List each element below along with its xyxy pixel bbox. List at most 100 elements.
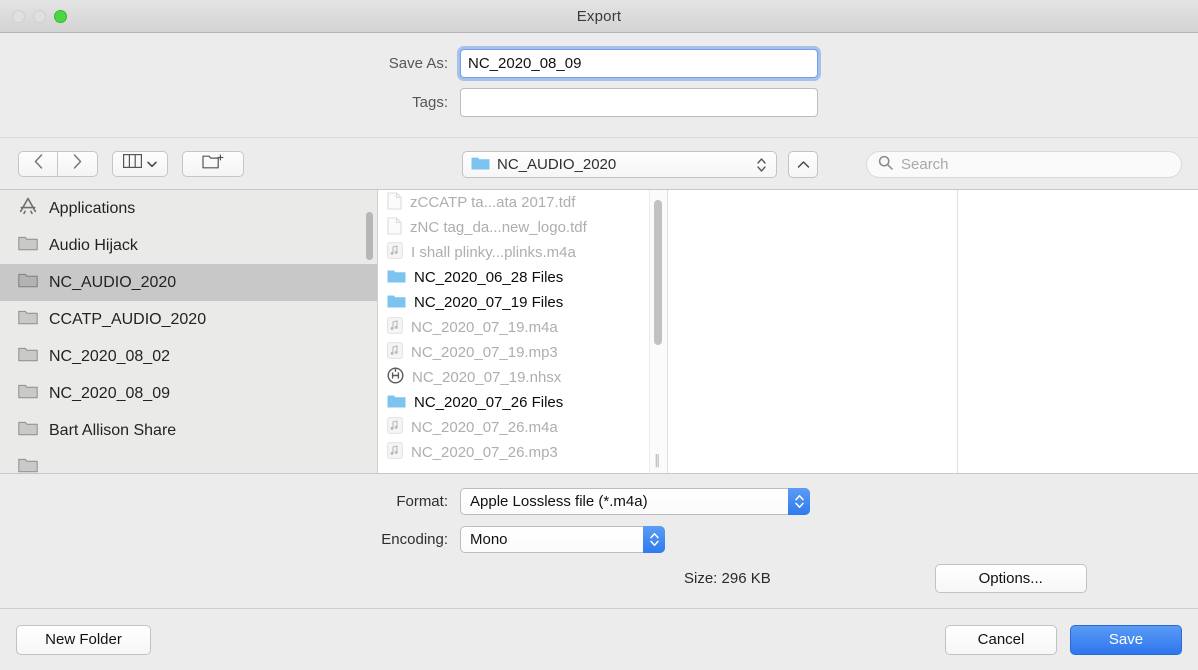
sidebar-item-audio-hijack[interactable]: Audio Hijack xyxy=(0,227,377,264)
folder-icon xyxy=(18,346,38,367)
export-options: Format: Apple Lossless file (*.m4a) Enco… xyxy=(0,474,1198,593)
column-resize-grip-icon[interactable]: ║ xyxy=(653,455,662,467)
sidebar-item-label: Audio Hijack xyxy=(49,237,138,255)
document-icon xyxy=(387,217,402,239)
audio-file-icon xyxy=(387,442,403,463)
cancel-button[interactable]: Cancel xyxy=(945,625,1057,655)
list-item[interactable]: NC_2020_07_19.nhsx xyxy=(378,365,667,390)
list-item[interactable]: NC_2020_07_19.m4a xyxy=(378,315,667,340)
encoding-select[interactable]: Mono xyxy=(460,526,665,553)
encoding-label: Encoding: xyxy=(0,531,460,548)
tags-label: Tags: xyxy=(0,94,460,111)
save-as-input[interactable] xyxy=(460,49,818,78)
save-as-label: Save As: xyxy=(0,55,460,72)
chevron-left-icon xyxy=(34,154,43,174)
audio-file-icon xyxy=(387,417,403,438)
folder-icon xyxy=(18,272,38,293)
audio-file-icon xyxy=(387,242,403,263)
sidebar-item-label: CCATP_AUDIO_2020 xyxy=(49,311,206,329)
sidebar-item-applications[interactable]: Applications xyxy=(0,190,377,227)
name-fields: Save As: Tags: xyxy=(0,33,1198,137)
sidebar-item-label: Bart Allison Share xyxy=(49,422,176,440)
folder-icon xyxy=(18,457,38,473)
format-row: Format: Apple Lossless file (*.m4a) xyxy=(0,488,1198,515)
file-name: NC_2020_07_19 Files xyxy=(414,294,563,311)
folder-icon xyxy=(18,235,38,256)
list-item[interactable]: I shall plinky...plinks.m4a xyxy=(378,240,667,265)
file-name: NC_2020_06_28 Files xyxy=(414,269,563,286)
options-button[interactable]: Options... xyxy=(935,564,1087,593)
sidebar-item-nc-2020-08-02[interactable]: NC_2020_08_02 xyxy=(0,338,377,375)
file-browser: Applications Audio Hijack NC_AUDIO_2020 … xyxy=(0,189,1198,474)
save-button[interactable]: Save xyxy=(1070,625,1182,655)
chevron-down-icon xyxy=(147,155,157,173)
file-name: zNC tag_da...new_logo.tdf xyxy=(410,219,587,236)
folder-icon xyxy=(471,155,490,175)
file-name: NC_2020_07_26.mp3 xyxy=(411,444,558,461)
encoding-value: Mono xyxy=(470,531,508,548)
stepper-icon xyxy=(756,156,767,179)
sidebar-item-bart-allison-share[interactable]: Bart Allison Share xyxy=(0,412,377,449)
save-as-row: Save As: xyxy=(0,49,1198,78)
format-select[interactable]: Apple Lossless file (*.m4a) xyxy=(460,488,810,515)
view-mode-button[interactable] xyxy=(112,151,168,177)
nhsx-file-icon xyxy=(387,367,404,388)
path-popup-label: NC_AUDIO_2020 xyxy=(497,156,616,173)
file-name: NC_2020_07_26 Files xyxy=(414,394,563,411)
path-popup-button[interactable]: NC_AUDIO_2020 xyxy=(462,151,777,178)
sidebar-item-nc-audio-2020[interactable]: NC_AUDIO_2020 xyxy=(0,264,377,301)
file-name: zCCATP ta...ata 2017.tdf xyxy=(410,194,575,211)
sidebar-item-nc-2020-08-09[interactable]: NC_2020_08_09 xyxy=(0,375,377,412)
new-folder-toolbar-button[interactable] xyxy=(182,151,244,177)
sidebar-item-label: NC_2020_08_09 xyxy=(49,385,170,403)
export-dialog: Export Save As: Tags: xyxy=(0,0,1198,670)
list-item[interactable]: NC_2020_07_26 Files ▶ xyxy=(378,390,667,415)
file-name: NC_2020_07_26.m4a xyxy=(411,419,558,436)
back-button[interactable] xyxy=(18,151,58,177)
list-item[interactable]: zNC tag_da...new_logo.tdf xyxy=(378,215,667,240)
list-item[interactable]: NC_2020_07_26.m4a xyxy=(378,415,667,440)
sidebar-scrollbar-thumb[interactable] xyxy=(366,212,373,260)
nav-button-group xyxy=(18,151,98,177)
list-item[interactable]: NC_2020_07_19 Files ▶ xyxy=(378,290,667,315)
file-size-text: Size: 296 KB xyxy=(684,570,771,587)
new-folder-icon xyxy=(202,153,224,175)
sidebar-item-label: NC_2020_08_02 xyxy=(49,348,170,366)
file-column-3[interactable] xyxy=(958,190,1198,473)
chevron-right-icon xyxy=(73,154,82,174)
chevron-up-icon xyxy=(797,156,810,174)
folder-icon xyxy=(18,383,38,404)
stepper-icon[interactable] xyxy=(643,526,665,553)
forward-button[interactable] xyxy=(58,151,98,177)
list-item[interactable]: NC_2020_06_28 Files ▶ xyxy=(378,265,667,290)
search-icon xyxy=(878,155,893,175)
column-view-icon xyxy=(123,154,142,173)
sidebar-item-ccatp-audio-2020[interactable]: CCATP_AUDIO_2020 xyxy=(0,301,377,338)
window-title: Export xyxy=(0,8,1198,25)
tags-input[interactable] xyxy=(460,88,818,117)
sidebar-item-clipped[interactable] xyxy=(0,449,377,473)
file-column-2[interactable] xyxy=(668,190,958,473)
stepper-icon[interactable] xyxy=(788,488,810,515)
go-up-button[interactable] xyxy=(788,151,818,178)
list-item[interactable]: zCCATP ta...ata 2017.tdf xyxy=(378,190,667,215)
browser-toolbar: NC_AUDIO_2020 Search xyxy=(0,137,1198,189)
file-name: NC_2020_07_19.mp3 xyxy=(411,344,558,361)
audio-file-icon xyxy=(387,317,403,338)
list-item[interactable]: NC_2020_07_26.mp3 xyxy=(378,440,667,465)
folder-icon xyxy=(387,268,406,287)
search-field[interactable]: Search xyxy=(866,151,1182,178)
title-bar: Export xyxy=(0,0,1198,33)
folder-icon xyxy=(18,420,38,441)
encoding-row: Encoding: Mono xyxy=(0,526,1198,553)
audio-file-icon xyxy=(387,342,403,363)
tags-row: Tags: xyxy=(0,88,1198,117)
sidebar-item-label: Applications xyxy=(49,200,135,218)
list-item[interactable]: NC_2020_07_19.mp3 xyxy=(378,340,667,365)
size-row: Size: 296 KB Options... xyxy=(0,564,1198,593)
folder-icon xyxy=(387,393,406,412)
file-name: NC_2020_07_19.m4a xyxy=(411,319,558,336)
new-folder-button[interactable]: New Folder xyxy=(16,625,151,655)
file-column-scrollbar-thumb[interactable] xyxy=(654,200,662,345)
folder-icon xyxy=(18,309,38,330)
